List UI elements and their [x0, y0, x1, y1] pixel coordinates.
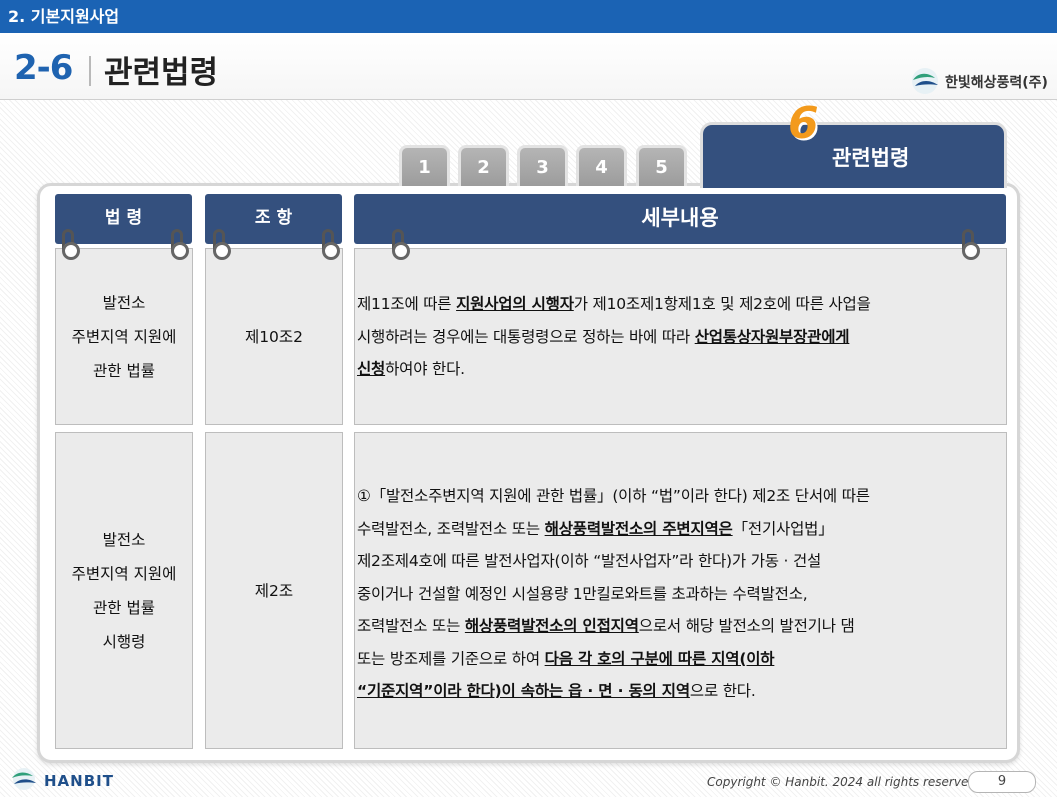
detail-line: 수력발전소, 조력발전소 또는 해상풍력발전소의 주변지역은「전기사업법」 — [357, 513, 997, 546]
detail-highlight: 산업통상자원부장관에게 — [694, 327, 850, 346]
detail-segment: 또는 방조제를 기준으로 하여 — [357, 649, 545, 668]
detail-line: 조력발전소 또는 해상풍력발전소의 인접지역으로서 해당 발전소의 발전기나 댐 — [357, 610, 997, 643]
section-divider — [89, 56, 91, 86]
row1-detail-text: 제11조에 따른 지원사업의 시행자가 제10조제1항제1호 및 제2호에 따른… — [357, 288, 997, 386]
tab-3[interactable]: 3 — [517, 145, 568, 186]
law-line: 주변지역 지원에 — [71, 564, 177, 583]
detail-segment: 으로서 해당 발전소의 발전기나 댐 — [638, 617, 855, 635]
footer-brand: HANBIT — [44, 772, 114, 790]
detail-segment: 「전기사업법」 — [732, 519, 834, 538]
detail-segment: 시행하려는 경우에는 대통령령으로 정하는 바에 따라 — [357, 327, 695, 346]
law-line: 발전소 — [102, 530, 146, 549]
detail-line: 신청하여야 한다. — [357, 353, 997, 386]
active-tab-label: 관련법령 — [832, 146, 910, 170]
top-bar: 2. 기본지원사업 — [0, 0, 1057, 33]
detail-segment: ①「발전소주변지역 지원에 관한 법률」(이하 “법”이라 한다) 제2조 단서… — [357, 487, 870, 505]
binder-ring — [62, 229, 80, 260]
top-bar-title: 2. 기본지원사업 — [8, 7, 120, 26]
tab-1[interactable]: 1 — [399, 145, 450, 186]
copyright-text: Copyright © Hanbit. 2024 all rights rese… — [707, 775, 980, 789]
tab-2[interactable]: 2 — [458, 145, 509, 186]
detail-line: 또는 방조제를 기준으로 하여 다음 각 호의 구분에 따른 지역(이하 — [357, 643, 997, 676]
law-line: 주변지역 지원에 — [71, 327, 177, 346]
detail-line: 제11조에 따른 지원사업의 시행자가 제10조제1항제1호 및 제2호에 따른… — [357, 288, 997, 321]
detail-line: ①「발전소주변지역 지원에 관한 법률」(이하 “법”이라 한다) 제2조 단서… — [357, 480, 997, 513]
law-line: 시행령 — [102, 632, 146, 651]
detail-highlight: 해상풍력발전소의 인접지역 — [464, 617, 639, 635]
detail-highlight: 신청 — [357, 360, 386, 378]
detail-line: 제2조제4호에 따른 발전사업자(이하 “발전사업자”라 한다)가 가동 · 건… — [357, 545, 997, 578]
binder-ring — [171, 229, 189, 260]
active-tab-number: 6 — [788, 98, 819, 149]
detail-segment: 조력발전소 또는 — [357, 617, 465, 635]
detail-segment: 하여야 한다. — [385, 360, 465, 378]
detail-highlight: 해상풍력발전소의 주변지역은 — [544, 519, 733, 538]
row1-article-cell: 제10조2 — [205, 248, 343, 425]
row2-article-cell: 제2조 — [205, 432, 343, 749]
detail-segment: 중이거나 건설할 예정인 시설용량 1만킬로와트를 초과하는 수력발전소, — [357, 584, 808, 603]
detail-segment: 제11조에 따른 — [357, 295, 457, 313]
detail-highlight: 다음 각 호의 구분에 따른 지역(이하 — [544, 649, 775, 668]
detail-segment: 으로 한다. — [689, 682, 756, 700]
tab-4[interactable]: 4 — [576, 145, 627, 186]
detail-line: “기준지역”이라 한다)이 속하는 읍 · 면 · 동의 지역으로 한다. — [357, 675, 997, 708]
section-title: 관련법령 — [104, 55, 219, 91]
wave-logo-icon — [12, 768, 36, 790]
detail-highlight: “기준지역”이라 한다)이 속하는 읍 · 면 · 동의 지역 — [357, 682, 690, 700]
law-line: 발전소 — [102, 293, 146, 312]
wave-logo-icon — [912, 68, 938, 94]
column-header-detail: 세부내용 — [354, 194, 1006, 244]
tab-5[interactable]: 5 — [636, 145, 687, 186]
detail-line: 시행하려는 경우에는 대통령령으로 정하는 바에 따라 산업통상자원부장관에게 — [357, 321, 997, 354]
law-line: 관한 법률 — [93, 598, 155, 617]
page-number: 9 — [968, 771, 1036, 793]
company-name: 한빛해상풍력(주) — [945, 75, 1048, 91]
article-text: 제10조2 — [244, 327, 304, 346]
law-line: 관한 법률 — [93, 361, 155, 380]
detail-segment: 수력발전소, 조력발전소 또는 — [357, 519, 545, 538]
detail-segment: 제2조제4호에 따른 발전사업자(이하 “발전사업자”라 한다)가 가동 · 건… — [357, 552, 822, 570]
binder-ring — [322, 229, 340, 260]
binder-ring — [213, 229, 231, 260]
binder-ring — [392, 229, 410, 260]
article-text: 제2조 — [254, 581, 294, 600]
binder-ring — [962, 229, 980, 260]
detail-line: 중이거나 건설할 예정인 시설용량 1만킬로와트를 초과하는 수력발전소, — [357, 578, 997, 611]
row1-law-cell: 발전소 주변지역 지원에 관한 법률 — [55, 248, 193, 425]
detail-highlight: 지원사업의 시행자 — [456, 295, 574, 313]
row2-detail-text: ①「발전소주변지역 지원에 관한 법률」(이하 “법”이라 한다) 제2조 단서… — [357, 480, 997, 708]
section-number: 2-6 — [14, 48, 73, 88]
row2-law-cell: 발전소 주변지역 지원에 관한 법률 시행령 — [55, 432, 193, 749]
detail-segment: 가 제10조제1항제1호 및 제2호에 따른 사업을 — [573, 295, 871, 313]
